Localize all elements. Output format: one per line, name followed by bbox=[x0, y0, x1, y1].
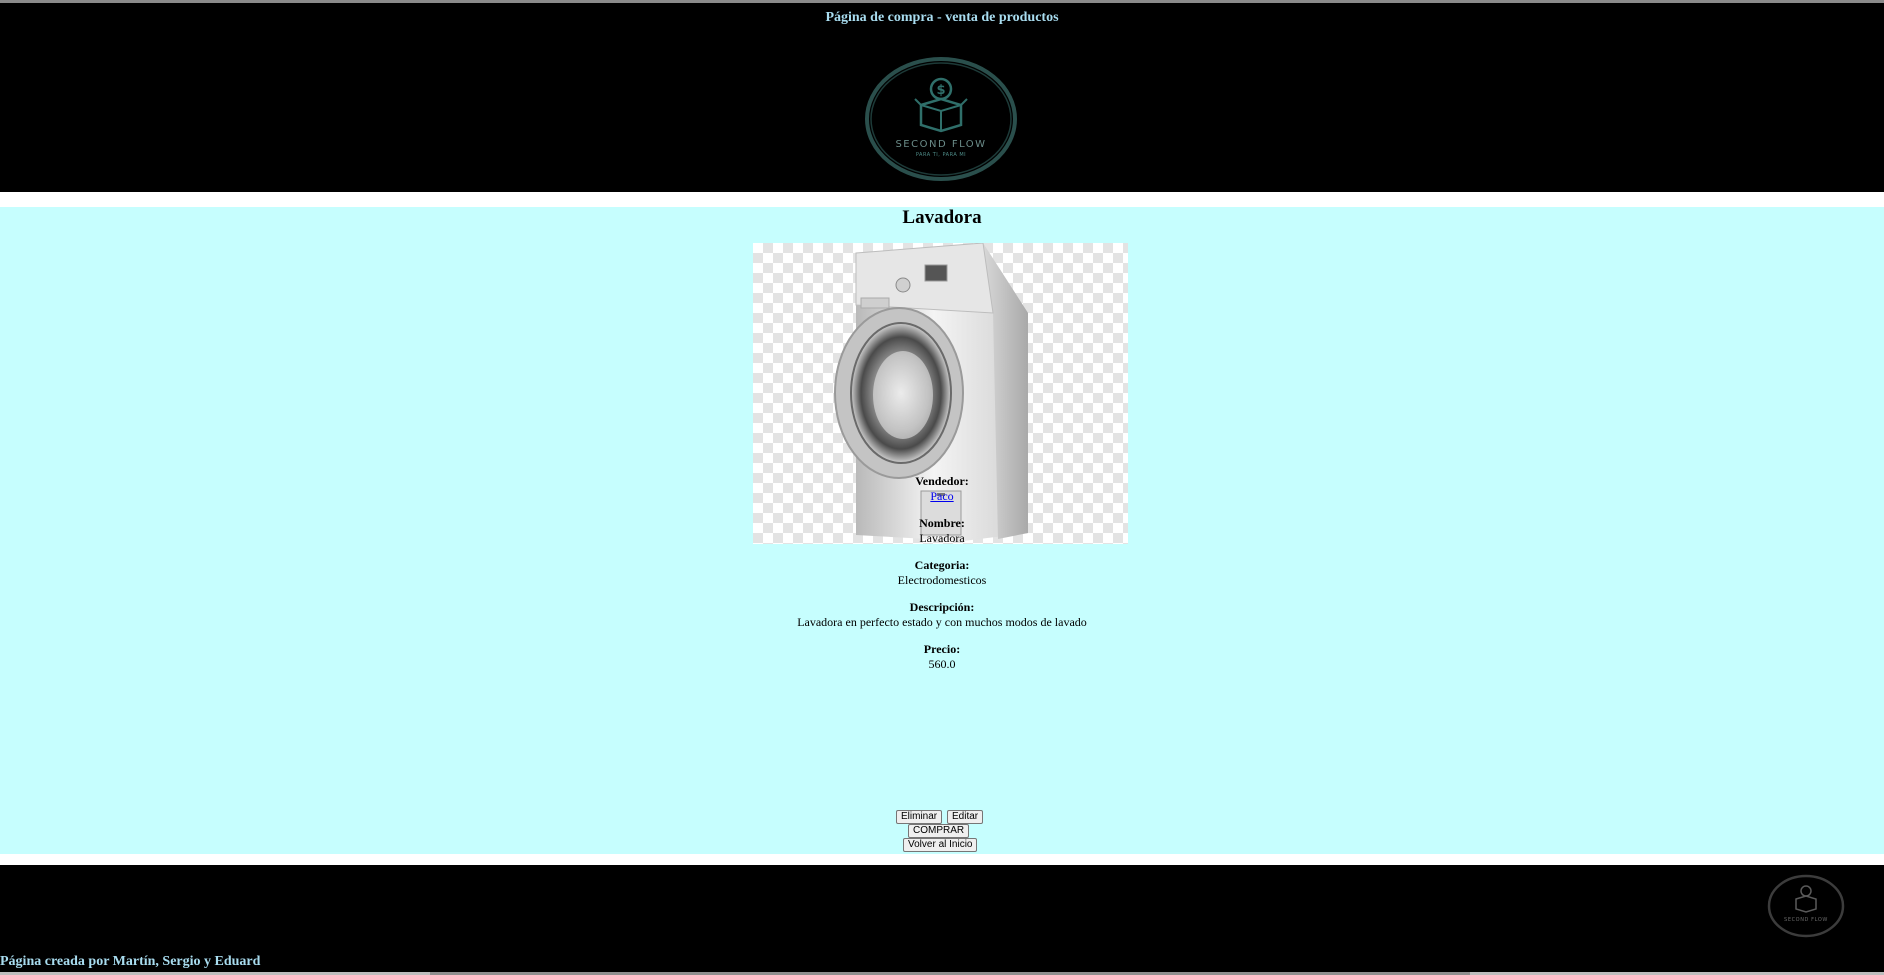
page-header-title: Página de compra - venta de productos bbox=[825, 10, 1059, 25]
buy-button[interactable]: COMPRAR bbox=[908, 824, 970, 838]
logo-wordmark: SECOND FLOW bbox=[895, 139, 986, 150]
category-value: Electrodomesticos bbox=[897, 573, 987, 587]
category-label: Categoria: bbox=[914, 558, 970, 572]
edit-button[interactable]: Editar bbox=[947, 810, 984, 824]
back-home-button[interactable]: Volver al Inicio bbox=[903, 838, 978, 852]
site-header: Página de compra - venta de productos $ … bbox=[0, 3, 1884, 192]
category-field: Categoria: Electrodomesticos bbox=[0, 558, 1884, 588]
description-label: Descripción: bbox=[909, 600, 975, 614]
description-value: Lavadora en perfecto estado y con muchos… bbox=[797, 615, 1087, 629]
name-value: Lavadora bbox=[919, 531, 965, 545]
name-field: Nombre: Lavadora bbox=[0, 516, 1884, 546]
delete-button[interactable]: Eliminar bbox=[896, 810, 943, 824]
second-flow-logo-small-icon: SECOND FLOW bbox=[1767, 874, 1845, 938]
second-flow-logo-icon: $ SECOND FLOW PARA TI, PARA MI bbox=[865, 57, 1017, 181]
name-label: Nombre: bbox=[919, 516, 965, 530]
product-detail: Lavadora Vendedor: Paco Nombre: Lavadora… bbox=[0, 207, 1884, 854]
footer-credit: Página creada por Martín, Sergio y Eduar… bbox=[0, 954, 261, 969]
seller-field: Vendedor: Paco bbox=[0, 474, 1884, 504]
seller-link[interactable]: Paco bbox=[930, 489, 953, 503]
product-title: Lavadora bbox=[902, 207, 982, 228]
description-field: Descripción: Lavadora en perfecto estado… bbox=[0, 600, 1884, 630]
price-value: 560.0 bbox=[928, 657, 956, 671]
seller-label: Vendedor: bbox=[915, 474, 969, 488]
svg-text:$: $ bbox=[936, 83, 945, 98]
price-label: Precio: bbox=[923, 642, 961, 656]
site-footer: SECOND FLOW Página creada por Martín, Se… bbox=[0, 865, 1884, 972]
price-field: Precio: 560.0 bbox=[0, 642, 1884, 672]
logo-tagline: PARA TI, PARA MI bbox=[916, 152, 966, 158]
footer-logo-wordmark: SECOND FLOW bbox=[1784, 917, 1828, 923]
